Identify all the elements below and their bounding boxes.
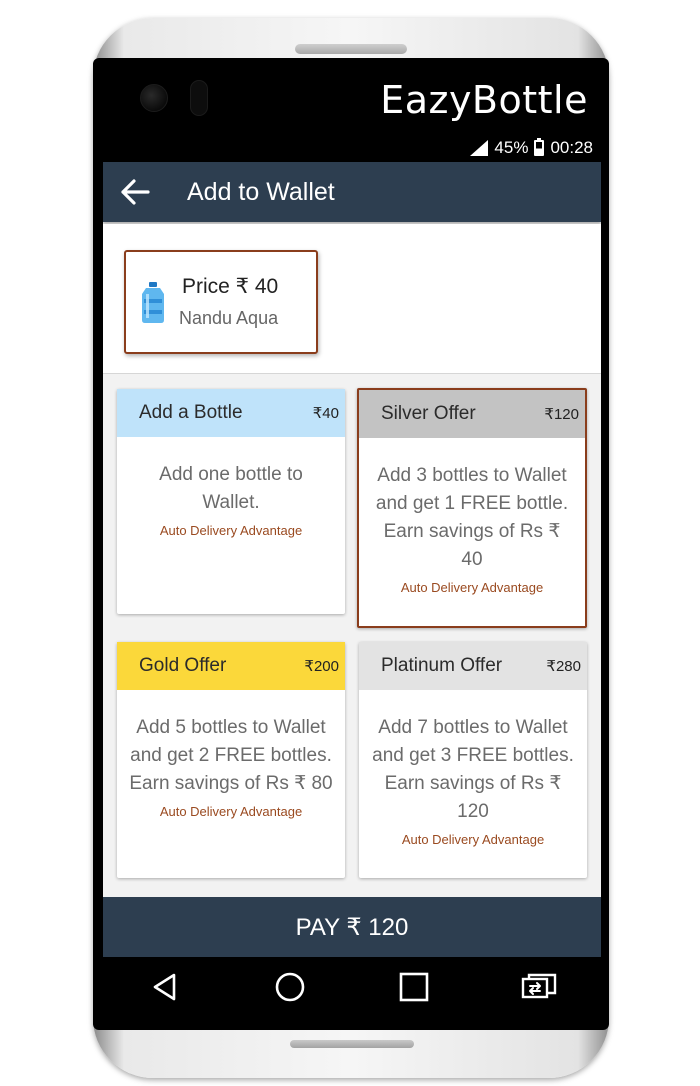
back-triangle-icon[interactable] <box>135 962 195 1012</box>
page-title: Add to Wallet <box>187 177 335 206</box>
offer-price: ₹200 <box>304 658 339 675</box>
app-bar: Add to Wallet <box>103 162 601 222</box>
offer-header: Platinum Offer ₹280 <box>359 642 587 690</box>
offer-header: Silver Offer ₹120 <box>359 390 585 438</box>
system-nav-bar <box>103 957 601 1017</box>
offer-advantage: Auto Delivery Advantage <box>400 580 544 595</box>
offer-title: Gold Offer <box>139 655 227 676</box>
home-circle-icon[interactable] <box>260 962 320 1012</box>
switch-app-icon[interactable] <box>509 962 569 1012</box>
offer-title: Platinum Offer <box>381 655 503 676</box>
offer-header: Add a Bottle ₹40 <box>117 389 345 437</box>
proximity-sensor <box>190 80 208 116</box>
back-arrow-icon[interactable] <box>103 162 167 222</box>
offer-advantage: Auto Delivery Advantage <box>159 804 303 819</box>
offer-header: Gold Offer ₹200 <box>117 642 345 690</box>
offers-grid: Add a Bottle ₹40 Add one bottle to Walle… <box>103 374 601 894</box>
product-card[interactable]: Price ₹ 40 Nandu Aqua <box>124 250 318 354</box>
offer-description: Add 3 bottles to Wallet and get 1 FREE b… <box>375 465 569 570</box>
offer-card-silver[interactable]: Silver Offer ₹120 Add 3 bottles to Walle… <box>357 388 587 628</box>
battery-percent: 45% <box>494 138 529 157</box>
offer-price: ₹280 <box>546 658 581 675</box>
front-camera <box>140 84 168 112</box>
product-name: Nandu Aqua <box>179 308 279 328</box>
offer-price: ₹120 <box>544 406 579 423</box>
offer-advantage: Auto Delivery Advantage <box>159 523 303 538</box>
offer-price: ₹40 <box>312 405 339 422</box>
offer-description: Add 5 bottles to Wallet and get 2 FREE b… <box>129 717 333 794</box>
product-price: Price ₹ 40 <box>182 275 279 298</box>
app-screen: Add to Wallet Price ₹ 40 Nandu Aqua Add … <box>103 162 601 957</box>
clock: 00:28 <box>550 138 593 157</box>
recents-square-icon[interactable] <box>384 962 444 1012</box>
signal-icon <box>470 140 489 156</box>
bottom-speaker <box>290 1040 414 1048</box>
offer-description: Add one bottle to Wallet. <box>159 464 303 513</box>
battery-icon <box>534 138 545 156</box>
pay-button[interactable]: PAY ₹ 120 <box>103 897 601 957</box>
offer-advantage: Auto Delivery Advantage <box>401 832 545 847</box>
water-bottle-icon <box>142 282 164 323</box>
offer-card-gold[interactable]: Gold Offer ₹200 Add 5 bottles to Wallet … <box>117 642 345 878</box>
earpiece-speaker <box>295 44 407 54</box>
brand-title: EazyBottle <box>380 78 588 122</box>
offer-description: Add 7 bottles to Wallet and get 3 FREE b… <box>372 717 574 822</box>
product-section: Price ₹ 40 Nandu Aqua <box>103 224 601 374</box>
offer-card-platinum[interactable]: Platinum Offer ₹280 Add 7 bottles to Wal… <box>359 642 587 878</box>
offer-card-add-bottle[interactable]: Add a Bottle ₹40 Add one bottle to Walle… <box>117 389 345 614</box>
status-bar: 45% 00:28 <box>103 134 601 162</box>
offer-title: Silver Offer <box>381 403 476 424</box>
offer-title: Add a Bottle <box>139 402 243 423</box>
